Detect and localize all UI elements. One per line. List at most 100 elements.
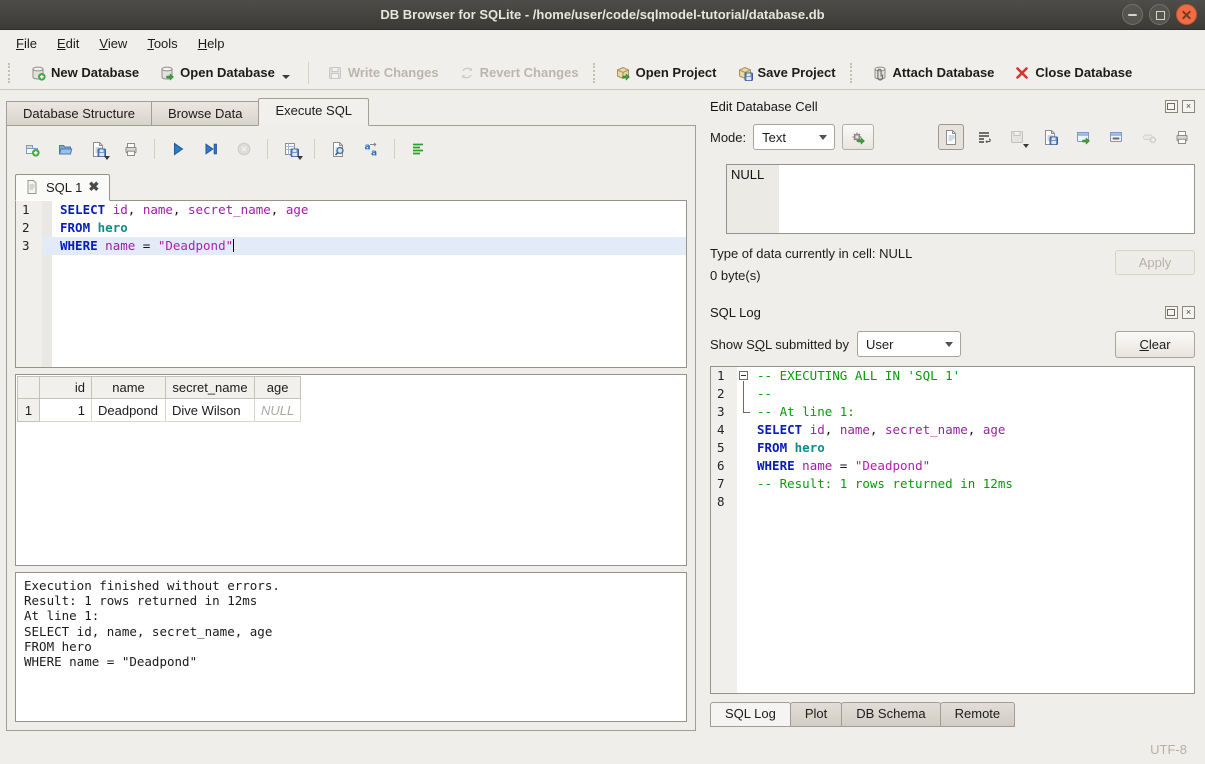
line-number: 8 (711, 493, 737, 511)
dock-float-icon[interactable] (1165, 100, 1178, 113)
clear-button[interactable]: Clear (1115, 331, 1195, 358)
format-sql-button[interactable] (405, 136, 431, 162)
column-header-age[interactable]: age (255, 377, 301, 399)
find-replace-button[interactable]: aa (358, 136, 384, 162)
sql-token: , (968, 422, 983, 437)
maximize-button[interactable] (1149, 4, 1170, 25)
tab-database-structure[interactable]: Database Structure (6, 101, 152, 126)
sql-file-tab[interactable]: SQL 1 ✖ (15, 174, 110, 201)
fold-collapse-icon[interactable] (739, 371, 748, 380)
sql-token: id (113, 202, 128, 217)
print-button[interactable] (118, 136, 144, 162)
column-header-name[interactable]: name (92, 377, 166, 399)
line-number: 7 (711, 475, 737, 493)
menu-help[interactable]: Help (188, 33, 235, 54)
sql-token: -- At line 1: (757, 404, 855, 419)
save-project-button[interactable]: Save Project (727, 60, 846, 86)
copy-link-button[interactable] (1103, 124, 1129, 150)
sql-token: hero (98, 220, 128, 235)
sql-token: , (271, 202, 286, 217)
sql-log-view[interactable]: 1-- EXECUTING ALL IN 'SQL 1'2--3-- At li… (710, 366, 1195, 694)
toolbar-separator (314, 139, 315, 159)
dock-close-icon[interactable]: × (1182, 306, 1195, 319)
svg-text:a: a (371, 149, 377, 158)
editor-line-text: FROM hero (52, 219, 686, 237)
open-project-label: Open Project (636, 65, 717, 80)
fold-margin[interactable] (737, 367, 753, 385)
set-null-button (1136, 124, 1162, 150)
close-database-button[interactable]: Close Database (1004, 60, 1142, 86)
fold-margin (42, 201, 52, 219)
table-cell[interactable]: NULL (255, 399, 301, 422)
database-new-icon (30, 65, 46, 81)
execute-all-button[interactable] (165, 136, 191, 162)
fold-margin (737, 421, 753, 439)
log-line-text: WHERE name = "Deadpond" (753, 457, 1194, 475)
attach-database-button[interactable]: Attach Database (862, 60, 1005, 86)
column-header-secret_name[interactable]: secret_name (166, 377, 255, 399)
sql-token: name (802, 458, 832, 473)
sql-editor[interactable]: 1SELECT id, name, secret_name, age2FROM … (15, 200, 687, 368)
log-line: 3-- At line 1: (711, 403, 1194, 421)
new-tab-icon (24, 141, 40, 157)
new-database-button[interactable]: New Database (20, 60, 149, 86)
menu-tools[interactable]: Tools (137, 33, 187, 54)
dock-float-icon[interactable] (1165, 306, 1178, 319)
cell-editor-box[interactable]: NULL (726, 164, 1195, 234)
encoding-indicator: UTF-8 (1150, 742, 1187, 757)
sql-token: id (810, 422, 825, 437)
menu-edit[interactable]: Edit (47, 33, 89, 54)
app-window: DB Browser for SQLite - /home/user/code/… (0, 0, 1205, 764)
open-database-button[interactable]: Open Database (149, 60, 300, 86)
titlebar[interactable]: DB Browser for SQLite - /home/user/code/… (0, 0, 1205, 30)
word-wrap-button[interactable] (971, 124, 997, 150)
apply-button[interactable]: Apply (1115, 250, 1195, 275)
text-mode-button[interactable] (938, 124, 964, 150)
table-cell[interactable]: Dive Wilson (166, 399, 255, 422)
minimize-button[interactable] (1122, 4, 1143, 25)
open-external-button[interactable] (1070, 124, 1096, 150)
line-number: 6 (711, 457, 737, 475)
auto-apply-button[interactable] (842, 124, 874, 150)
execution-message-box[interactable]: Execution finished without errors.Result… (15, 572, 687, 722)
new-tab-button[interactable] (19, 136, 45, 162)
dock-close-icon[interactable]: × (1182, 100, 1195, 113)
save-results-button[interactable] (278, 136, 304, 162)
table-row[interactable]: 11DeadpondDive WilsonNULL (18, 399, 301, 422)
open-project-button[interactable]: Open Project (605, 60, 727, 86)
print-icon (123, 141, 139, 157)
cell-content-area[interactable] (779, 165, 1194, 233)
log-line: 1-- EXECUTING ALL IN 'SQL 1' (711, 367, 1194, 385)
find-button[interactable] (325, 136, 351, 162)
log-line-text (753, 493, 1194, 511)
menu-file[interactable]: File (6, 33, 47, 54)
database-open-icon (159, 65, 175, 81)
editor-line: 2 FROM hero (16, 219, 686, 237)
project-open-icon (615, 65, 631, 81)
edit-cell-title: Edit Database Cell (710, 99, 818, 114)
dock-tab-remote[interactable]: Remote (940, 702, 1016, 727)
dock-tab-db-schema[interactable]: DB Schema (841, 702, 940, 727)
table-cell[interactable]: 1 (40, 399, 92, 422)
dock-tab-plot[interactable]: Plot (790, 702, 842, 727)
line-number: 2 (16, 219, 42, 237)
execute-current-line-button[interactable] (198, 136, 224, 162)
close-button[interactable] (1176, 4, 1197, 25)
open-sql-file-button[interactable] (52, 136, 78, 162)
save-sql-file-button[interactable] (85, 136, 111, 162)
sql-tab-close-icon[interactable]: ✖ (88, 181, 99, 193)
mode-select[interactable]: Text (753, 124, 835, 150)
results-table[interactable]: idnamesecret_nameage11DeadpondDive Wilso… (17, 376, 301, 422)
dock-tab-sql-log[interactable]: SQL Log (710, 702, 791, 727)
table-cell[interactable]: Deadpond (92, 399, 166, 422)
row-number-cell: 1 (18, 399, 40, 422)
log-filter-select[interactable]: User (857, 331, 961, 357)
tab-execute-sql[interactable]: Execute SQL (258, 98, 369, 126)
word-wrap-icon (976, 129, 992, 145)
column-header-id[interactable]: id (40, 377, 92, 399)
tab-browse-data[interactable]: Browse Data (151, 101, 259, 126)
print-button[interactable] (1169, 124, 1195, 150)
menu-view[interactable]: View (89, 33, 137, 54)
revert-changes-button: Revert Changes (449, 60, 589, 86)
export-file-button[interactable] (1037, 124, 1063, 150)
